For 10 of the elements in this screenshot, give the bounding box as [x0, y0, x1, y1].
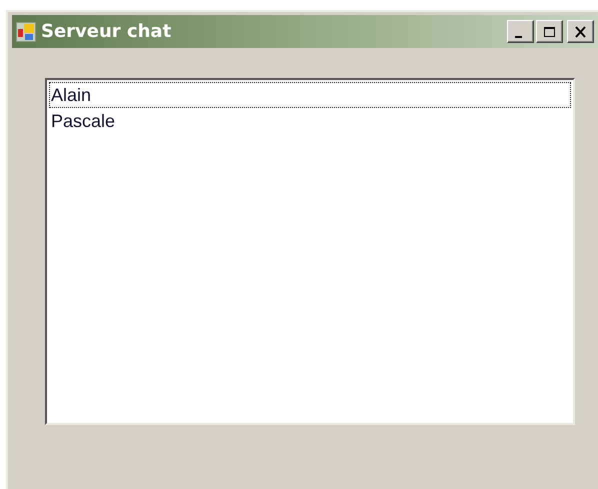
window-title: Serveur chat: [41, 21, 172, 42]
close-button[interactable]: [567, 20, 594, 43]
list-box[interactable]: Alain Pascale: [45, 78, 575, 425]
close-icon: [573, 24, 588, 38]
minimize-button[interactable]: [507, 20, 534, 43]
app-icon: [16, 22, 36, 42]
list-item[interactable]: Alain: [49, 82, 571, 108]
maximize-button[interactable]: [536, 20, 563, 43]
list-item[interactable]: Pascale: [49, 108, 571, 134]
minimize-icon: [515, 36, 522, 38]
